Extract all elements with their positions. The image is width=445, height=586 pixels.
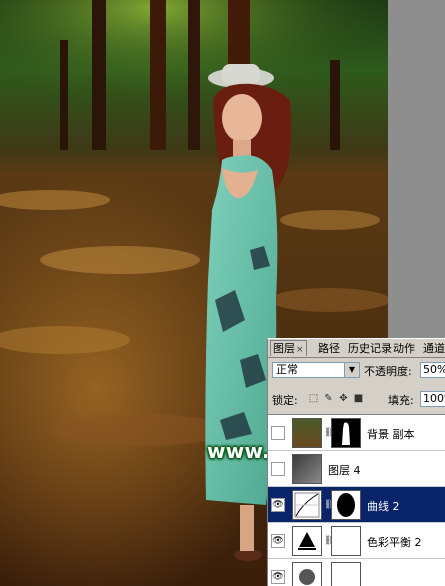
opacity-label: 不透明度: — [364, 365, 412, 378]
layers-panel: 图层× 路径 历史记录 动作 通道 正常 ▼ 不透明度: 50% 锁定: ⬚ ✎… — [267, 338, 445, 586]
lock-label: 锁定: — [272, 394, 298, 407]
layer-name: 曲线 2 — [367, 500, 400, 513]
layer-row-partial[interactable] — [268, 559, 445, 586]
layer-row-layer-4[interactable]: 图层 4 — [268, 451, 445, 487]
tab-layers-label: 图层 — [273, 342, 295, 355]
layer-mask-thumbnail[interactable] — [331, 418, 361, 448]
blend-mode-value: 正常 — [276, 363, 298, 376]
tab-channels[interactable]: 通道 — [421, 341, 445, 356]
layer-name: 图层 4 — [328, 464, 361, 477]
color-balance-adjustment-icon — [292, 526, 322, 556]
layer-mask-thumbnail[interactable] — [331, 490, 361, 520]
visibility-toggle[interactable] — [271, 462, 285, 476]
close-icon[interactable]: × — [296, 345, 304, 355]
tab-paths[interactable]: 路径 — [316, 341, 342, 356]
layer-row-background-copy[interactable]: ⛓ 背景 副本 — [268, 415, 445, 451]
fill-label: 填充: — [388, 394, 414, 407]
visibility-toggle[interactable] — [271, 426, 285, 440]
panel-tabs: 图层× 路径 历史记录 动作 通道 — [268, 339, 445, 358]
chevron-down-icon[interactable]: ▼ — [344, 363, 359, 377]
curves-adjustment-icon — [292, 490, 322, 520]
eye-icon[interactable] — [271, 570, 285, 584]
adjustment-icon — [292, 562, 322, 586]
eye-icon[interactable] — [271, 534, 285, 548]
lock-transparent-icon[interactable]: ⬚ — [308, 393, 319, 404]
layer-thumbnail — [292, 418, 322, 448]
eye-icon[interactable] — [271, 498, 285, 512]
blend-mode-select[interactable]: 正常 ▼ — [272, 362, 360, 378]
fill-field[interactable]: 100% — [420, 391, 445, 407]
tab-history[interactable]: 历史记录 — [346, 341, 394, 356]
layer-name: 色彩平衡 2 — [367, 536, 422, 549]
link-icon: ⛓ — [324, 500, 336, 510]
layer-thumbnail — [292, 454, 322, 484]
link-icon: ⛓ — [324, 536, 336, 546]
layers-list: ⛓ 背景 副本 图层 4 ⛓ 曲线 2 — [268, 414, 445, 586]
layer-name: 背景 副本 — [367, 428, 415, 441]
tab-layers[interactable]: 图层× — [270, 340, 307, 356]
tab-actions[interactable]: 动作 — [391, 341, 417, 356]
layer-mask-thumbnail[interactable] — [331, 562, 361, 586]
layer-mask-thumbnail[interactable] — [331, 526, 361, 556]
opacity-field[interactable]: 50% — [420, 362, 445, 378]
layer-row-color-balance-2[interactable]: ⛓ 色彩平衡 2 — [268, 523, 445, 559]
lock-paint-icon[interactable]: ✎ — [323, 393, 334, 404]
layer-row-curves-2[interactable]: ⛓ 曲线 2 — [268, 487, 445, 523]
lock-all-icon[interactable]: ■ — [353, 393, 364, 404]
lock-move-icon[interactable]: ✥ — [338, 393, 349, 404]
link-icon: ⛓ — [324, 428, 336, 438]
